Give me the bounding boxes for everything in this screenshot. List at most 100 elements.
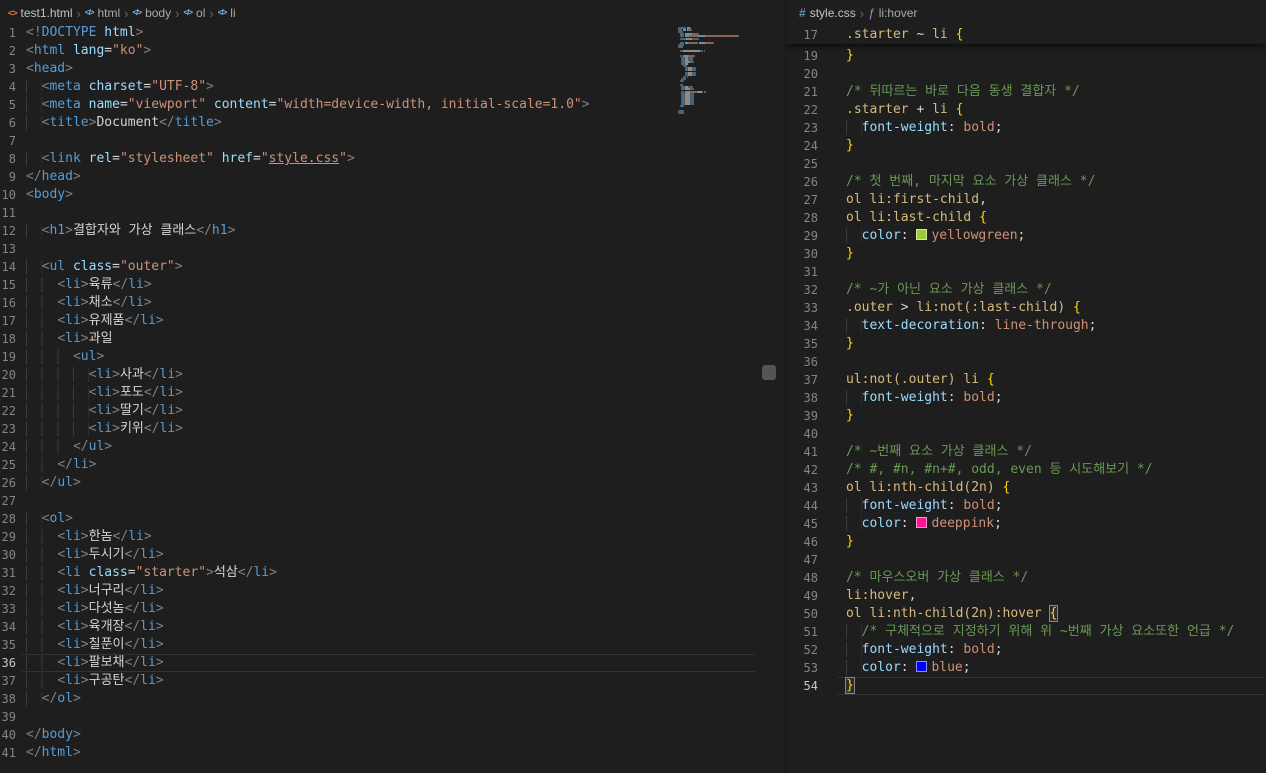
line-number[interactable]: 47: [786, 551, 818, 569]
line-number[interactable]: 23: [786, 119, 818, 137]
code-line-3[interactable]: 3 <head>: [0, 60, 785, 78]
line-number[interactable]: 19: [0, 348, 16, 366]
line-number[interactable]: 35: [786, 335, 818, 353]
code-line-24[interactable]: 24}: [786, 137, 1266, 155]
line-number[interactable]: 17: [0, 312, 16, 330]
line-number[interactable]: 36: [0, 654, 16, 672]
line-number[interactable]: 31: [0, 564, 16, 582]
code-line-41[interactable]: 41 /* ~번째 요소 가상 클래스 */: [786, 443, 1266, 461]
code-line-44[interactable]: 44 font-weight: bold;: [786, 497, 1266, 515]
code-line-9[interactable]: 9 </head>: [0, 168, 785, 186]
line-number[interactable]: 28: [0, 510, 16, 528]
line-number[interactable]: 34: [0, 618, 16, 636]
code-line-40[interactable]: 40 </body>: [0, 726, 785, 744]
line-number[interactable]: 44: [786, 497, 818, 515]
line-number[interactable]: 21: [0, 384, 16, 402]
code-line-42[interactable]: 42 /* #, #n, #n+#, odd, even 등 시도해보기 */: [786, 461, 1266, 479]
line-number[interactable]: 50: [786, 605, 818, 623]
code-editor-html[interactable]: 1 <!DOCTYPE html> 2 <html lang="ko"> 3 <head>…: [0, 0, 785, 773]
line-number[interactable]: 27: [0, 492, 16, 510]
code-line-14[interactable]: 14 <ul class="outer">: [0, 258, 785, 276]
code-line-33[interactable]: 33 <li>다섯놈</li>: [0, 600, 785, 618]
code-line-2[interactable]: 2 <html lang="ko">: [0, 42, 785, 60]
code-line-35[interactable]: 35 <li>칠푼이</li>: [0, 636, 785, 654]
code-line-29[interactable]: 29 <li>한놈</li>: [0, 528, 785, 546]
code-line-23[interactable]: 23 font-weight: bold;: [786, 119, 1266, 137]
code-line-52[interactable]: 52 font-weight: bold;: [786, 641, 1266, 659]
code-line-34[interactable]: 34 text-decoration: line-through;: [786, 317, 1266, 335]
code-line-19[interactable]: 19}: [786, 47, 1266, 65]
code-line-21[interactable]: 21 /* 뒤따르는 바로 다음 동생 결합자 */: [786, 83, 1266, 101]
line-number[interactable]: 21: [786, 83, 818, 101]
line-number[interactable]: 19: [786, 47, 818, 65]
code-line-43[interactable]: 43 ol li:nth-child(2n) {: [786, 479, 1266, 497]
code-line-33[interactable]: 33 .outer > li:not(:last-child) {: [786, 299, 1266, 317]
line-number[interactable]: 28: [786, 209, 818, 227]
code-line-28[interactable]: 28 <ol>: [0, 510, 785, 528]
code-line-18[interactable]: 18 <li>과일: [0, 330, 785, 348]
code-line-27[interactable]: 27: [0, 492, 785, 510]
line-number[interactable]: 37: [786, 371, 818, 389]
code-line-37[interactable]: 37 ul:not(.outer) li {: [786, 371, 1266, 389]
line-number[interactable]: 6: [0, 114, 16, 132]
line-number[interactable]: 52: [786, 641, 818, 659]
line-number[interactable]: 54: [786, 677, 818, 695]
code-line-35[interactable]: 35}: [786, 335, 1266, 353]
code-line-25[interactable]: 25 </li>: [0, 456, 785, 474]
breadcrumb-symbol-li[interactable]: </> li: [218, 4, 236, 22]
line-number[interactable]: 29: [786, 227, 818, 245]
code-line-39[interactable]: 39: [0, 708, 785, 726]
code-line-54[interactable]: 54}: [786, 677, 1266, 695]
line-number[interactable]: 39: [0, 708, 16, 726]
line-number[interactable]: 35: [0, 636, 16, 654]
code-line-50[interactable]: 50 ol li:nth-child(2n):hover {: [786, 605, 1266, 623]
code-line-24[interactable]: 24 </ul>: [0, 438, 785, 456]
breadcrumb-symbol-ol[interactable]: </> ol: [183, 4, 205, 22]
code-line-34[interactable]: 34 <li>육개장</li>: [0, 618, 785, 636]
code-line-15[interactable]: 15 <li>육류</li>: [0, 276, 785, 294]
line-number[interactable]: 15: [0, 276, 16, 294]
code-line-10[interactable]: 10 <body>: [0, 186, 785, 204]
line-number[interactable]: 42: [786, 461, 818, 479]
line-number[interactable]: 48: [786, 569, 818, 587]
code-line-27[interactable]: 27 ol li:first-child,: [786, 191, 1266, 209]
line-number[interactable]: 22: [786, 101, 818, 119]
code-line-51[interactable]: 51 /* 구체적으로 지정하기 위해 위 ~번째 가상 요소또한 언급 */: [786, 623, 1266, 641]
code-line-16[interactable]: 16 <li>채소</li>: [0, 294, 785, 312]
code-line-1[interactable]: 1 <!DOCTYPE html>: [0, 24, 785, 42]
code-line-30[interactable]: 30}: [786, 245, 1266, 263]
line-number[interactable]: 51: [786, 623, 818, 641]
code-line-45[interactable]: 45 color: deeppink;: [786, 515, 1266, 533]
code-line-26[interactable]: 26 </ul>: [0, 474, 785, 492]
line-number[interactable]: 25: [0, 456, 16, 474]
line-number[interactable]: 14: [0, 258, 16, 276]
line-number[interactable]: 30: [0, 546, 16, 564]
code-line-48[interactable]: 48 /* 마우스오버 가상 클래스 */: [786, 569, 1266, 587]
code-line-53[interactable]: 53 color: blue;: [786, 659, 1266, 677]
line-number[interactable]: 26: [786, 173, 818, 191]
line-number[interactable]: 24: [786, 137, 818, 155]
code-line-8[interactable]: 8 <link rel="stylesheet" href="style.css…: [0, 150, 785, 168]
code-line-17[interactable]: 17 .starter ~ li {: [786, 26, 1266, 44]
color-swatch-yellowgreen[interactable]: [916, 229, 928, 240]
code-line-41[interactable]: 41 </html>: [0, 744, 785, 762]
line-number[interactable]: 30: [786, 245, 818, 263]
code-line-36[interactable]: 36 <li>팔보채</li>: [0, 654, 785, 672]
line-number[interactable]: 1: [0, 24, 16, 42]
minimap[interactable]: [678, 27, 756, 119]
line-number[interactable]: 20: [786, 65, 818, 83]
line-number[interactable]: 41: [0, 744, 16, 762]
code-line-4[interactable]: 4 <meta charset="UTF-8">: [0, 78, 785, 96]
line-number[interactable]: 23: [0, 420, 16, 438]
line-number[interactable]: 20: [0, 366, 16, 384]
code-line-17[interactable]: 17 <li>유제품</li>: [0, 312, 785, 330]
line-number[interactable]: 22: [0, 402, 16, 420]
breadcrumb-symbol-body[interactable]: </> body: [132, 4, 171, 22]
code-line-40[interactable]: 40: [786, 425, 1266, 443]
breadcrumb-symbol-html[interactable]: </> html: [85, 4, 120, 22]
line-number[interactable]: 40: [786, 425, 818, 443]
code-line-31[interactable]: 31: [786, 263, 1266, 281]
line-number[interactable]: 13: [0, 240, 16, 258]
code-line-20[interactable]: 20 <li>사과</li>: [0, 366, 785, 384]
line-number[interactable]: 36: [786, 353, 818, 371]
